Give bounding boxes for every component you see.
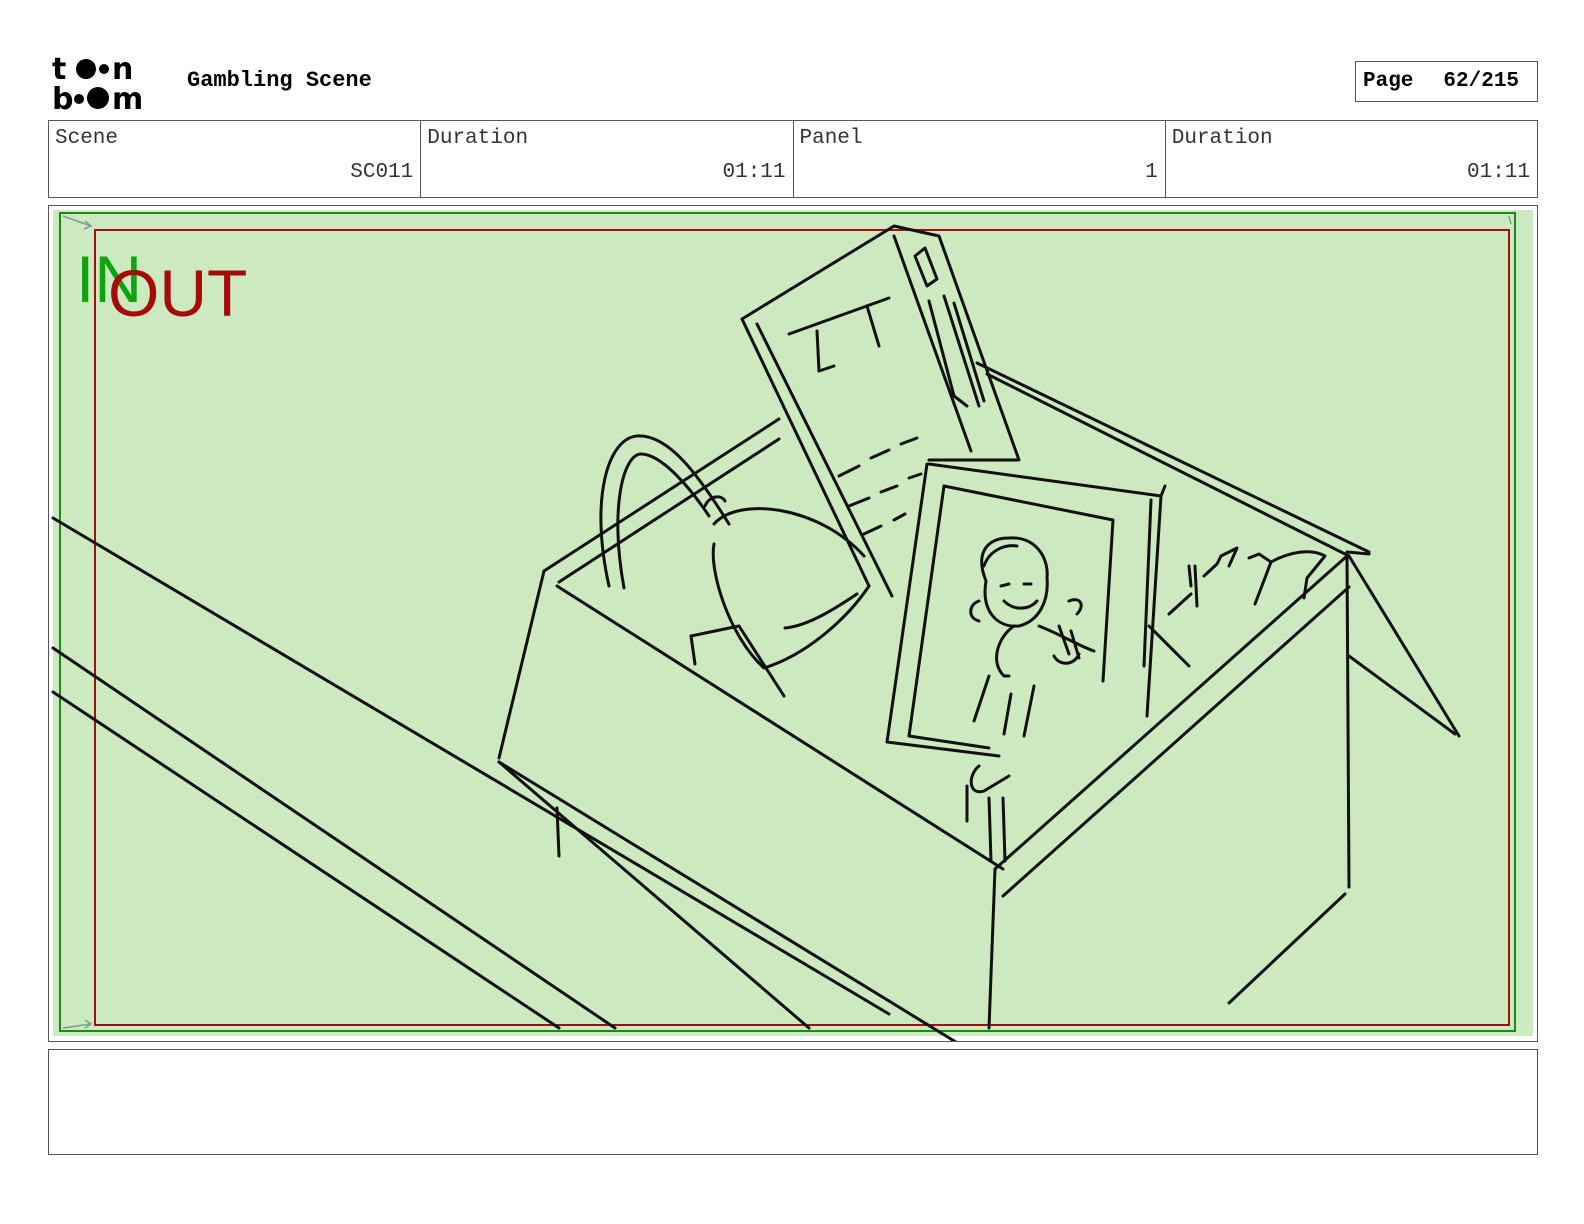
panel-cell: Panel 1 [794,121,1166,197]
panel-notes-box[interactable] [48,1049,1538,1155]
page-indicator: Page 62/215 [1355,61,1538,102]
project-title: Gambling Scene [187,68,372,93]
svg-text:b: b [52,82,73,112]
scene-label: Scene [55,127,119,150]
toon-boom-logo-icon: t n b m [52,52,164,117]
scene-duration-cell: Duration 01:11 [421,121,794,197]
out-label: OUT [108,256,247,330]
panel-duration-cell: Duration 01:11 [1166,121,1537,197]
panel-drawing: IN OUT [51,210,1533,1041]
scene-duration-value: 01:11 [722,161,786,184]
panel-duration-value: 01:11 [1466,161,1530,184]
page-number: 62/215 [1443,70,1520,93]
panel-value: 1 [1145,161,1158,184]
page-label: Page [1363,70,1414,93]
scene-duration-label: Duration [427,127,529,150]
scene-info-table: Scene SC011 Duration 01:11 Panel 1 Durat… [48,120,1538,198]
panel-duration-label: Duration [1171,127,1273,150]
panel-label: Panel [799,127,863,150]
scene-value: SC011 [350,161,414,184]
storyboard-panel: IN OUT [48,205,1538,1042]
scene-cell: Scene SC011 [49,121,422,197]
svg-text:m: m [112,82,143,112]
